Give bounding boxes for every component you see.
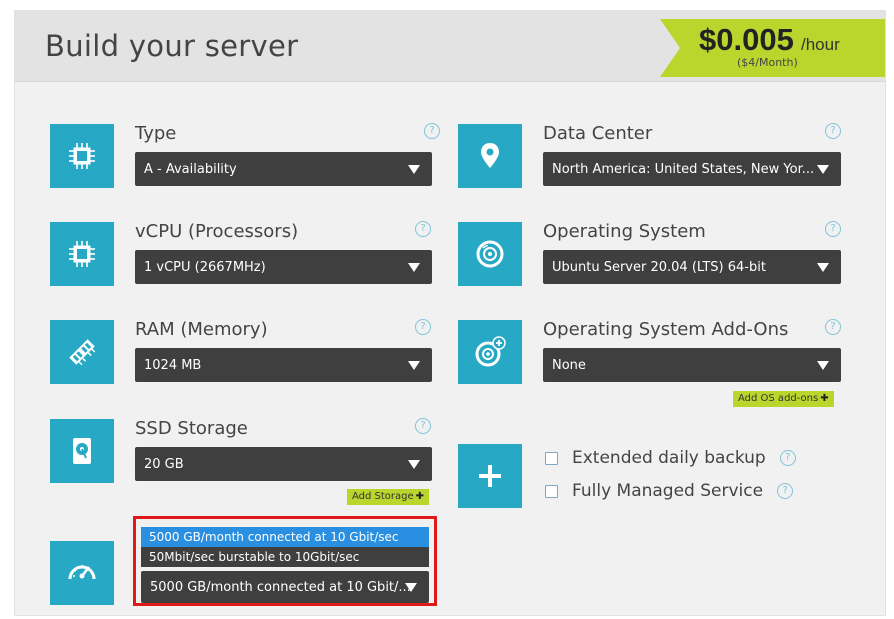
type-label: Type	[135, 123, 177, 144]
bandwidth-option[interactable]: 5000 GB/month connected at 10 Gbit/sec	[141, 527, 429, 547]
help-icon[interactable]: ?	[777, 483, 794, 499]
type-select-value: A - Availability	[144, 161, 237, 177]
price-amount: $0.005	[699, 22, 794, 57]
speedometer-icon	[50, 541, 114, 605]
ram-select[interactable]: 1024 MB	[135, 348, 432, 382]
caret-down-icon	[408, 263, 420, 272]
page-title: Build your server	[45, 29, 299, 63]
caret-down-icon	[817, 165, 829, 174]
fully-managed-checkbox[interactable]	[545, 484, 558, 498]
caret-down-icon	[408, 165, 420, 174]
chip-icon	[50, 124, 114, 188]
datacenter-label: Data Center	[543, 123, 653, 144]
server-builder-panel: Build your server $0.005 /hour ($4/Month…	[14, 10, 886, 616]
plus-icon: ✚	[820, 393, 829, 404]
datacenter-select-value: North America: United States, New Yor...	[552, 161, 815, 177]
os-addons-label: Operating System Add-Ons	[543, 319, 789, 340]
os-select-value: Ubuntu Server 20.04 (LTS) 64-bit	[552, 259, 766, 275]
help-icon[interactable]: ?	[415, 418, 431, 434]
fully-managed-row: Fully Managed Service ?	[545, 481, 794, 501]
caret-down-icon	[405, 583, 417, 592]
disk-icon	[50, 419, 114, 483]
help-icon[interactable]: ?	[825, 319, 841, 335]
caret-down-icon	[817, 263, 829, 272]
price-monthly: ($4/Month)	[737, 56, 798, 69]
ram-label: RAM (Memory)	[135, 319, 268, 340]
vcpu-label: vCPU (Processors)	[135, 221, 299, 242]
extended-backup-label: Extended daily backup	[572, 448, 766, 468]
os-label: Operating System	[543, 221, 706, 242]
type-select[interactable]: A - Availability	[135, 152, 432, 186]
plus-icon	[458, 444, 522, 508]
help-icon[interactable]: ?	[415, 319, 431, 335]
add-storage-button[interactable]: Add Storage ✚	[347, 489, 430, 505]
bandwidth-select-value: 5000 GB/month connected at 10 Gbit/...	[150, 579, 411, 595]
bandwidth-option[interactable]: 50Mbit/sec burstable to 10Gbit/sec	[141, 547, 429, 567]
caret-down-icon	[817, 361, 829, 370]
help-icon[interactable]: ?	[415, 221, 431, 237]
extended-backup-row: Extended daily backup ?	[545, 448, 796, 468]
fully-managed-label: Fully Managed Service	[572, 481, 764, 501]
cd-plus-icon	[458, 320, 522, 384]
os-addons-select[interactable]: None	[543, 348, 841, 382]
ssd-label: SSD Storage	[135, 418, 248, 439]
bandwidth-select[interactable]: 5000 GB/month connected at 10 Gbit/...	[141, 571, 429, 603]
caret-down-icon	[408, 460, 420, 469]
os-addons-select-value: None	[552, 357, 586, 373]
location-pin-icon	[458, 124, 522, 188]
vcpu-select[interactable]: 1 vCPU (2667MHz)	[135, 250, 432, 284]
ram-select-value: 1024 MB	[144, 357, 202, 373]
bandwidth-dropdown-highlight: 5000 GB/month connected at 10 Gbit/sec 5…	[133, 516, 437, 606]
help-icon[interactable]: ?	[825, 123, 841, 139]
ssd-select[interactable]: 20 GB	[135, 447, 432, 481]
cd-icon	[458, 222, 522, 286]
help-icon[interactable]: ?	[779, 450, 796, 466]
datacenter-select[interactable]: North America: United States, New Yor...	[543, 152, 841, 186]
add-os-addons-label: Add OS add-ons	[738, 393, 819, 404]
add-os-addons-button[interactable]: Add OS add-ons ✚	[733, 391, 834, 407]
os-select[interactable]: Ubuntu Server 20.04 (LTS) 64-bit	[543, 250, 841, 284]
memory-icon	[50, 320, 114, 384]
chip-icon	[50, 222, 114, 286]
add-storage-label: Add Storage	[352, 491, 414, 502]
help-icon[interactable]: ?	[424, 123, 440, 139]
caret-down-icon	[408, 361, 420, 370]
vcpu-select-value: 1 vCPU (2667MHz)	[144, 259, 266, 275]
plus-icon: ✚	[415, 491, 425, 502]
price-unit: /hour	[801, 35, 840, 54]
extended-backup-checkbox[interactable]	[545, 451, 558, 465]
help-icon[interactable]: ?	[825, 221, 841, 237]
ssd-select-value: 20 GB	[144, 456, 184, 472]
